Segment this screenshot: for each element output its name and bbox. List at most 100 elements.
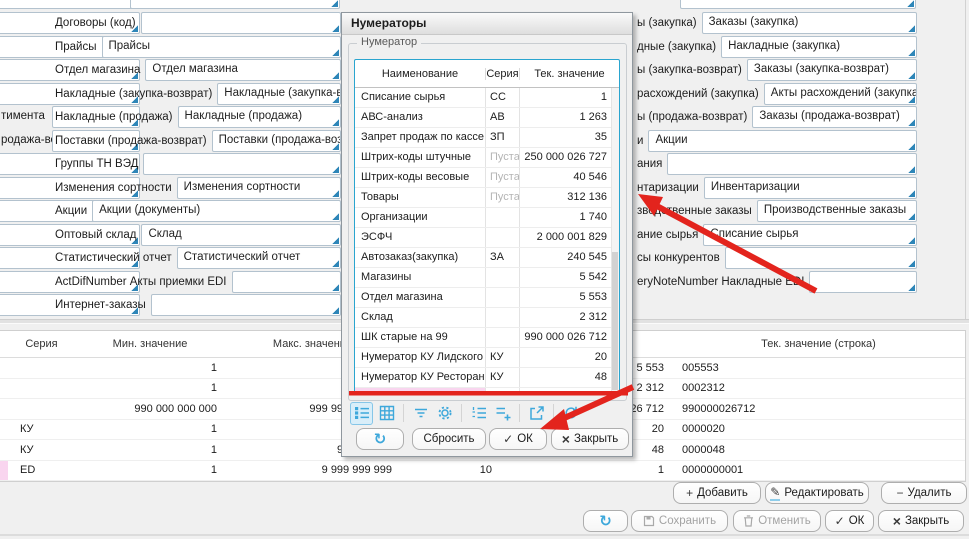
reset-button-label: Сбросить	[423, 433, 474, 445]
table-scrollbar[interactable]	[611, 88, 619, 394]
field-input[interactable]: Статистический отчет	[177, 247, 341, 269]
field-label-fragment: ы (закупка-возврат)	[637, 64, 747, 76]
field-input[interactable]	[725, 247, 917, 269]
cell-current-str: 990000026712	[672, 403, 965, 415]
field-input[interactable]	[130, 0, 340, 9]
cancel-button[interactable]: Отменить	[733, 510, 821, 532]
cell-series: КУ	[486, 348, 520, 367]
field-input[interactable]: Производственные заказы	[757, 200, 917, 222]
field-input[interactable]: Акты расхождений (закупка)	[764, 83, 917, 105]
numerator-row[interactable]: Склад 2 312	[355, 308, 619, 328]
numerators-dialog: Нумераторы Нумератор Наименование Серия …	[341, 12, 633, 457]
dialog-close-button[interactable]: × Закрыть	[551, 428, 629, 450]
numerator-row[interactable]: накладные EDI ED 1	[355, 388, 619, 395]
cell-name: накладные EDI	[355, 388, 486, 395]
add-row-icon[interactable]	[492, 403, 513, 424]
numerator-row[interactable]: Штрих-коды весовые Пустая 40 546	[355, 168, 619, 188]
field-label: Группы ТН ВЭД	[55, 158, 143, 170]
col-series[interactable]: Серия	[8, 338, 75, 350]
ordered-list-icon[interactable]	[468, 403, 489, 424]
numerator-row[interactable]: Автозаказ(закупка) ЗА 240 545	[355, 248, 619, 268]
field-input[interactable]	[143, 153, 341, 175]
scrollbar-thumb[interactable]	[612, 252, 618, 390]
refresh-button[interactable]: ↻	[583, 510, 628, 532]
field-input[interactable]: Накладные (продажа)	[178, 106, 341, 128]
resize-grip-icon	[908, 143, 915, 150]
panel-border	[965, 0, 966, 319]
numerator-row[interactable]: Нумератор КУ Ресторан Ли КУ 48	[355, 368, 619, 388]
cell-name: ШК старые на 99	[355, 328, 486, 347]
dialog-ok-button[interactable]: ✓ ОК	[489, 428, 547, 450]
field-input[interactable]	[667, 153, 917, 175]
close-button[interactable]: × Закрыть	[878, 510, 964, 532]
ok-button[interactable]: ✓ ОК	[825, 510, 874, 532]
edit-button[interactable]: ✎ Редактировать	[765, 482, 869, 504]
dialog-title-bar[interactable]: Нумераторы	[342, 13, 632, 35]
field-input[interactable]: Изменения сортности	[177, 177, 341, 199]
delete-button[interactable]: − Удалить	[881, 482, 967, 504]
field-label: ActDifNumber Акты приемки EDI	[55, 276, 232, 288]
numerator-row[interactable]: АВС-анализ АВ 1 263	[355, 108, 619, 128]
field-input[interactable]: Поставки (продажа-возврат)	[212, 130, 341, 152]
field-input[interactable]	[0, 0, 140, 9]
col-value[interactable]: Тек. значение	[520, 68, 619, 80]
numerator-row[interactable]: Нумератор КУ Лидского ф КУ 20	[355, 348, 619, 368]
field-input[interactable]: Накладные (закупка)	[721, 36, 917, 58]
window-edge	[0, 534, 969, 536]
numerator-row[interactable]: Списание сырья СС 1	[355, 88, 619, 108]
open-external-icon[interactable]	[526, 403, 547, 424]
cell-current-str: 005553	[672, 362, 965, 374]
resize-grip-icon	[908, 72, 915, 79]
field-input[interactable]: Акции (документы)	[92, 200, 341, 222]
cell-min: 1	[75, 444, 225, 456]
add-button[interactable]: + Добавить	[673, 482, 761, 504]
numerator-row[interactable]: Запрет продаж по кассе ЗП 35	[355, 128, 619, 148]
field-label: Изменения сортности	[55, 182, 177, 194]
dialog-title: Нумераторы	[351, 16, 426, 30]
filter-icon[interactable]	[410, 403, 431, 424]
numerator-row[interactable]: Товары Пустая 312 136	[355, 188, 619, 208]
field-input[interactable]: Списание сырья	[703, 224, 917, 246]
resize-grip-icon	[908, 284, 915, 291]
field-input[interactable]: Прайсы	[102, 36, 342, 58]
numerator-row[interactable]: Штрих-коды штучные Пустая 250 000 026 72…	[355, 148, 619, 168]
numerator-row[interactable]: ЭСФЧ 2 000 001 829	[355, 228, 619, 248]
settings-gear-icon[interactable]	[434, 403, 455, 424]
refresh-loop-icon[interactable]	[560, 403, 581, 424]
field-input[interactable]	[809, 271, 917, 293]
field-label: Договоры (код)	[55, 17, 141, 29]
field-input[interactable]	[141, 12, 341, 34]
field-input[interactable]: Заказы (закупка-возврат)	[747, 59, 917, 81]
field-input[interactable]: Отдел магазина	[145, 59, 341, 81]
ok-button-label: ОК	[849, 515, 865, 527]
dialog-reset-button[interactable]: Сбросить	[412, 428, 486, 450]
field-input[interactable]: Инвентаризации	[704, 177, 917, 199]
field-input[interactable]: Склад	[141, 224, 341, 246]
series-table-row[interactable]: ED 1 9 999 999 999 10 1 0000000001	[0, 461, 965, 482]
col-name[interactable]: Наименование	[355, 68, 486, 80]
col-current-str[interactable]: Тек. значение (строка)	[672, 338, 965, 350]
numerator-row[interactable]: ШК старые на 99 990 000 026 712	[355, 328, 619, 348]
col-min[interactable]: Мин. значение	[75, 338, 225, 350]
dialog-refresh-button[interactable]: ↻	[356, 428, 404, 450]
field-input[interactable]: Накладные (закупка-возврат)	[217, 83, 341, 105]
field-input[interactable]: Заказы (закупка)	[702, 12, 917, 34]
col-series[interactable]: Серия	[486, 68, 520, 80]
numerator-row[interactable]: Отдел магазина 5 553	[355, 288, 619, 308]
field-input[interactable]	[680, 0, 916, 9]
field-input[interactable]	[232, 271, 342, 293]
field-input[interactable]	[151, 294, 341, 316]
form-row: Прайсы Прайсы	[55, 36, 341, 58]
save-button[interactable]: Сохранить	[631, 510, 728, 532]
numerator-row[interactable]: Магазины 5 542	[355, 268, 619, 288]
field-label-fragment: ы (закупка)	[637, 17, 702, 29]
cell-name: Нумератор КУ Ресторан Ли	[355, 368, 486, 387]
field-label-fragment: ание сырья	[637, 229, 703, 241]
field-input[interactable]: Акции	[648, 130, 917, 152]
toolbar-separator	[519, 404, 520, 422]
grid-view-icon[interactable]	[376, 403, 397, 424]
numerator-row[interactable]: Организации 1 740	[355, 208, 619, 228]
field-input[interactable]: Заказы (продажа-возврат)	[752, 106, 917, 128]
list-view-icon[interactable]	[350, 402, 373, 425]
toolbar-separator	[553, 404, 554, 422]
